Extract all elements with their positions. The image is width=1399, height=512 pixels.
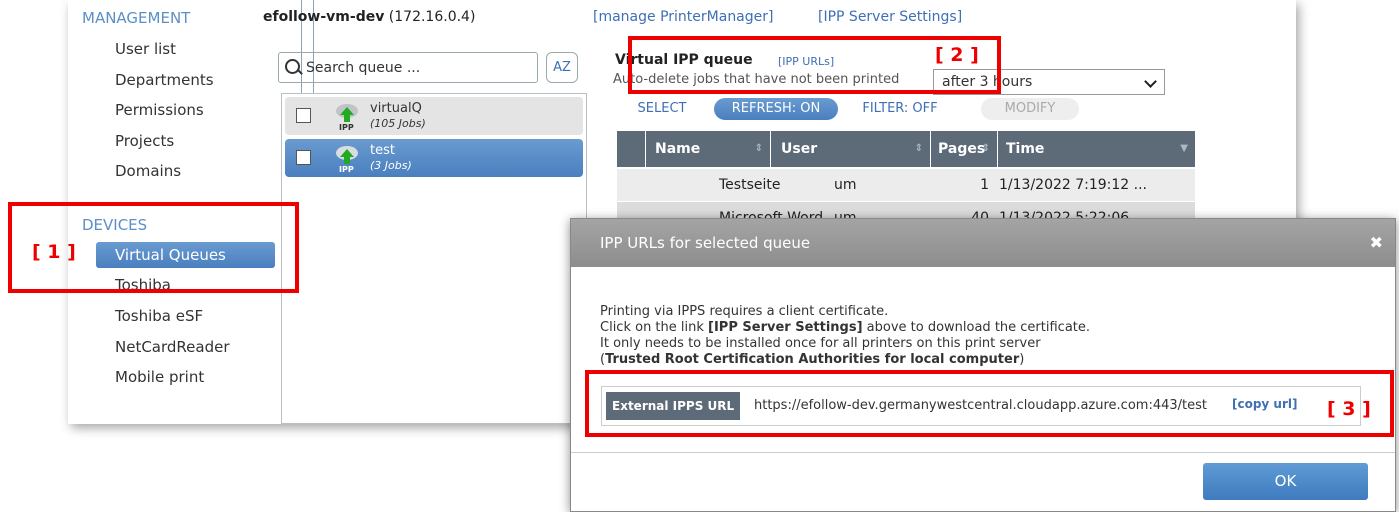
ipp-urls-dialog: IPP URLs for selected queue ✖ Printing v… (570, 218, 1396, 512)
queue-item-virtualq[interactable]: IPP virtualQ (105 Jobs) (285, 97, 583, 135)
annotation-label-2: [ 2 ] (935, 44, 979, 66)
modify-button[interactable]: MODIFY (981, 98, 1079, 120)
queue-list: IPP virtualQ (105 Jobs) IPP test (3 Jobs… (281, 93, 587, 424)
column-label: Name (655, 141, 701, 157)
queue-name: virtualQ (370, 101, 422, 116)
manage-printermanager-link[interactable]: [manage PrinterManager] (593, 9, 773, 25)
column-header-time[interactable]: Time ▼ (998, 131, 1195, 167)
dialog-title: IPP URLs for selected queue (600, 234, 811, 252)
table-row[interactable]: Testseite um 1 1/13/2022 7:19:12 ... (617, 169, 1195, 201)
sort-az-button[interactable]: AZ (546, 52, 578, 83)
annotation-label-3: [ 3 ] (1327, 398, 1371, 420)
dialog-line-3: It only needs to be installed once for a… (600, 336, 1041, 351)
column-label: User (781, 141, 818, 157)
queue-checkbox[interactable] (296, 150, 311, 165)
svg-text:IPP: IPP (339, 123, 354, 131)
dialog-footer-divider (571, 452, 1395, 453)
column-header-pages[interactable]: Pages ⇕ (931, 131, 997, 167)
dialog-line-2-pre: Click on the link (600, 320, 709, 335)
svg-text:IPP: IPP (339, 165, 354, 173)
dialog-titlebar[interactable]: IPP URLs for selected queue ✖ (571, 219, 1395, 267)
annotation-box-3 (585, 370, 1394, 437)
sort-desc-icon: ▼ (1180, 143, 1188, 154)
sort-icon: ⇕ (914, 143, 923, 154)
server-name: efollow-vm-dev (263, 9, 385, 25)
queue-job-count: (3 Jobs) (370, 159, 412, 172)
filter-toggle-button[interactable]: FILTER: OFF (862, 98, 938, 120)
cell-name: Testseite (719, 177, 781, 193)
ipp-server-settings-link[interactable]: [IPP Server Settings] (818, 9, 962, 25)
sort-icon: ⇕ (981, 143, 990, 154)
search-placeholder: Search queue ... (306, 60, 421, 76)
sort-az-icon: AZ (553, 60, 571, 75)
cell-user: um (834, 177, 857, 193)
queue-item-test[interactable]: IPP test (3 Jobs) (285, 139, 583, 177)
server-ip: (172.16.0.4) (388, 9, 476, 25)
column-label: Time (1006, 141, 1045, 157)
search-input[interactable]: Search queue ... (278, 52, 538, 83)
dialog-line-2-post: above to download the certificate. (862, 320, 1091, 335)
sidebar-item-projects[interactable]: Projects (115, 132, 174, 150)
refresh-toggle-button[interactable]: REFRESH: ON (714, 98, 838, 120)
dialog-line-4-bold: Trusted Root Certification Authorities f… (605, 352, 1020, 367)
dialog-line-1: Printing via IPPS requires a client cert… (600, 304, 889, 319)
ipp-cloud-icon: IPP (336, 104, 358, 131)
dialog-line-2-bold: [IPP Server Settings] (708, 320, 863, 335)
chevron-down-icon (1144, 75, 1157, 88)
sidebar-item-permissions[interactable]: Permissions (115, 101, 204, 119)
sort-icon: ⇕ (754, 143, 763, 154)
sidebar-item-user-list[interactable]: User list (115, 40, 176, 58)
dialog-line-4: (Trusted Root Certification Authorities … (600, 352, 1090, 368)
annotation-label-1: [ 1 ] (32, 241, 76, 263)
close-icon[interactable]: ✖ (1370, 219, 1383, 267)
table-header-blank (617, 131, 645, 167)
server-label: efollow-vm-dev (172.16.0.4) (263, 9, 475, 25)
ipp-cloud-icon: IPP (336, 146, 358, 173)
sidebar-item-domains[interactable]: Domains (115, 162, 181, 180)
management-header: MANAGEMENT (82, 9, 191, 27)
queue-checkbox[interactable] (296, 108, 311, 123)
column-label: Pages (938, 141, 986, 157)
sidebar-item-mobile-print[interactable]: Mobile print (115, 368, 204, 386)
column-header-name[interactable]: Name ⇕ (646, 131, 770, 167)
dialog-line-2: Click on the link [IPP Server Settings] … (600, 320, 1090, 336)
dialog-line-4-close: ) (1019, 352, 1025, 367)
cell-pages: 1 (980, 177, 989, 193)
sidebar-item-netcardreader[interactable]: NetCardReader (115, 338, 230, 356)
sidebar-item-departments[interactable]: Departments (115, 71, 214, 89)
sidebar-item-toshiba-esf[interactable]: Toshiba eSF (115, 307, 203, 325)
select-button[interactable]: SELECT (633, 98, 691, 120)
search-icon (285, 59, 300, 74)
queue-name: test (370, 143, 395, 158)
queue-job-count: (105 Jobs) (370, 117, 426, 130)
column-header-user[interactable]: User ⇕ (771, 131, 930, 167)
ok-button[interactable]: OK (1203, 463, 1368, 500)
cell-time: 1/13/2022 7:19:12 ... (999, 177, 1148, 193)
dialog-message: Printing via IPPS requires a client cert… (600, 304, 1090, 368)
